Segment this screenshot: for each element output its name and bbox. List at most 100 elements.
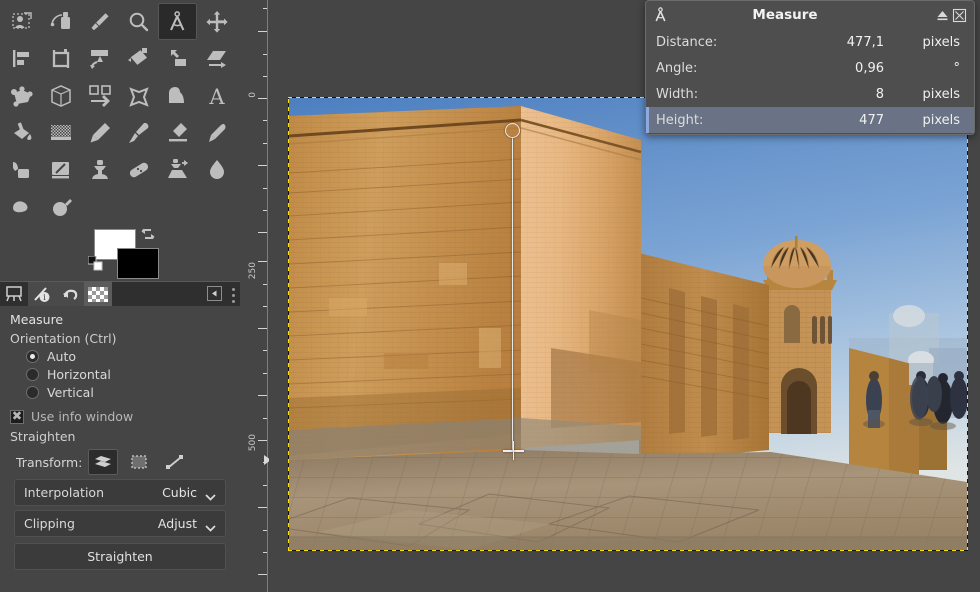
- measure-row-width: Width: 8 pixels: [646, 81, 974, 107]
- orientation-horizontal-label: Horizontal: [47, 367, 111, 382]
- chevron-down-icon: [205, 489, 216, 496]
- swap-colors-icon[interactable]: [140, 226, 156, 242]
- tool-fuzzy-select[interactable]: [41, 3, 80, 40]
- measure-dialog-titlebar[interactable]: Measure: [646, 1, 974, 29]
- radio-indicator-auto: [26, 350, 39, 363]
- dock-tab-bar: i: [0, 282, 240, 306]
- orientation-radio-auto[interactable]: Auto: [26, 349, 232, 364]
- tool-rotate[interactable]: [80, 40, 119, 77]
- transform-target-selection-button[interactable]: [124, 449, 154, 475]
- dock-tab-tool-options[interactable]: [0, 282, 28, 306]
- tool-clone[interactable]: [80, 151, 119, 188]
- interpolation-value: Cubic: [162, 485, 197, 500]
- interpolation-label: Interpolation: [24, 485, 162, 500]
- vertical-ruler[interactable]: 0 250 500: [248, 0, 268, 592]
- tool-cage-transform[interactable]: [119, 77, 158, 114]
- tool-dodge-burn[interactable]: [41, 188, 80, 225]
- tool-mypaint-brush[interactable]: [41, 151, 80, 188]
- measure-end-crosshair-vertical[interactable]: [513, 441, 515, 460]
- tool-options-dock: i: [0, 281, 240, 592]
- tool-heal[interactable]: [119, 151, 158, 188]
- left-dock: A: [0, 0, 248, 592]
- clipping-label: Clipping: [24, 516, 158, 531]
- svg-text:i: i: [43, 293, 46, 302]
- transform-label: Transform:: [16, 455, 82, 470]
- ruler-label-0: 0: [249, 92, 258, 98]
- distance-label: Distance:: [656, 35, 756, 50]
- clipping-value: Adjust: [158, 516, 197, 531]
- orientation-vertical-label: Vertical: [47, 385, 94, 400]
- dock-tab-undo-history[interactable]: [56, 282, 84, 306]
- radio-indicator-horizontal: [26, 368, 39, 381]
- tool-unified-transform[interactable]: [119, 40, 158, 77]
- height-label: Height:: [656, 113, 756, 128]
- color-area: [88, 228, 160, 280]
- width-unit: pixels: [922, 87, 960, 102]
- image-layer[interactable]: [289, 98, 967, 550]
- tool-free-select[interactable]: [2, 3, 41, 40]
- close-icon[interactable]: [951, 7, 968, 24]
- tool-zoom[interactable]: [119, 3, 158, 40]
- straighten-button[interactable]: Straighten: [14, 543, 226, 570]
- tool-measure[interactable]: [158, 3, 197, 40]
- orientation-label: Orientation (Ctrl): [10, 331, 232, 346]
- height-unit: pixels: [922, 113, 960, 128]
- tool-shear[interactable]: [197, 40, 236, 77]
- angle-label: Angle:: [656, 61, 756, 76]
- measure-start-handle[interactable]: [505, 123, 520, 138]
- measure-info-dialog[interactable]: Measure Distance: 477,1 pixels Angle:: [645, 0, 975, 135]
- width-label: Width:: [656, 87, 756, 102]
- tool-options-title: Measure: [10, 312, 232, 327]
- angle-unit: °: [954, 61, 961, 76]
- clipping-dropdown[interactable]: Clipping Adjust: [14, 510, 226, 537]
- tool-ink[interactable]: [2, 151, 41, 188]
- svg-text:A: A: [208, 85, 225, 109]
- dock-menu-button[interactable]: [207, 286, 222, 301]
- tool-color-picker[interactable]: [80, 3, 119, 40]
- dock-tab-pointer[interactable]: i: [28, 282, 56, 306]
- tool-align[interactable]: [2, 40, 41, 77]
- tool-eraser[interactable]: [158, 114, 197, 151]
- use-info-window-checkbox[interactable]: ✖ Use info window: [10, 409, 232, 424]
- tool-smudge[interactable]: [2, 188, 41, 225]
- tool-blur-sharpen[interactable]: [197, 151, 236, 188]
- ruler-label-500: 500: [249, 434, 258, 451]
- measure-row-distance: Distance: 477,1 pixels: [646, 29, 974, 55]
- tool-move[interactable]: [197, 3, 236, 40]
- tool-paintbrush[interactable]: [119, 114, 158, 151]
- tool-airbrush[interactable]: [197, 114, 236, 151]
- shade-dialog-icon[interactable]: [934, 7, 951, 24]
- tool-crop[interactable]: [41, 40, 80, 77]
- dock-tab-images[interactable]: [84, 282, 112, 306]
- tool-warp-transform[interactable]: [158, 77, 197, 114]
- tool-transform-3d[interactable]: [41, 77, 80, 114]
- tool-text[interactable]: A: [197, 77, 236, 114]
- use-info-window-label: Use info window: [31, 409, 133, 424]
- background-color-swatch[interactable]: [117, 248, 159, 279]
- reset-colors-icon[interactable]: [88, 256, 105, 273]
- measure-dialog-title: Measure: [674, 7, 934, 23]
- measure-values-list: Distance: 477,1 pixels Angle: 0,96 ° Wid…: [646, 29, 974, 133]
- chevron-down-icon: [205, 520, 216, 527]
- measure-line[interactable]: [512, 137, 513, 451]
- measure-row-angle: Angle: 0,96 °: [646, 55, 974, 81]
- orientation-radio-horizontal[interactable]: Horizontal: [26, 367, 232, 382]
- orientation-auto-label: Auto: [47, 349, 76, 364]
- tool-perspective-clone[interactable]: [158, 151, 197, 188]
- tool-flip[interactable]: [80, 77, 119, 114]
- orientation-radio-vertical[interactable]: Vertical: [26, 385, 232, 400]
- dock-grip-handle[interactable]: [230, 285, 236, 305]
- transform-target-layer-button[interactable]: [88, 449, 118, 475]
- ruler-label-250: 250: [249, 262, 258, 279]
- transform-target-row: Transform:: [16, 449, 232, 475]
- straighten-section-label: Straighten: [10, 429, 232, 444]
- interpolation-dropdown[interactable]: Interpolation Cubic: [14, 479, 226, 506]
- transform-target-path-button[interactable]: [160, 449, 190, 475]
- tool-bucket-fill[interactable]: [2, 114, 41, 151]
- gimp-window: A: [0, 0, 980, 592]
- tool-pencil[interactable]: [80, 114, 119, 151]
- tool-scale[interactable]: [158, 40, 197, 77]
- tool-gradient[interactable]: [41, 114, 80, 151]
- tool-handle-transform[interactable]: [2, 77, 41, 114]
- toolbox: A: [0, 0, 248, 228]
